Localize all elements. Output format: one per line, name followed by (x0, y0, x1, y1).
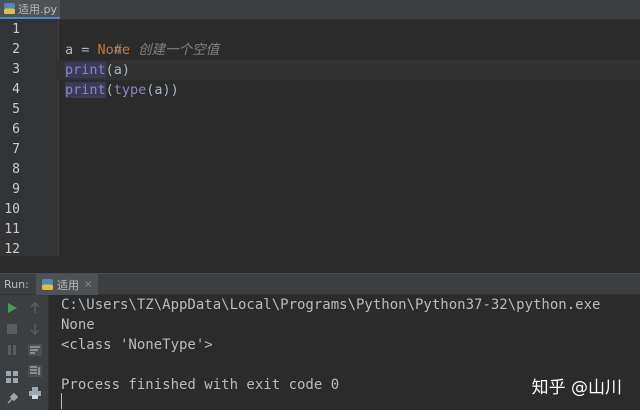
line-number: 6 (12, 122, 20, 137)
code-editor[interactable]: 1 2 3 4 5 6 7 8 9 10 11 12 # 创建一个空值 a = … (0, 20, 640, 257)
line-number: 12 (4, 242, 20, 257)
scroll-to-end-icon[interactable] (27, 363, 43, 379)
line-number: 1 (12, 22, 20, 37)
line-number: 7 (12, 142, 20, 157)
run-label: Run: (4, 278, 29, 291)
editor-tab-label: 适用.py (18, 2, 57, 16)
editor-tab-strip: 适用.py (0, 0, 640, 20)
type-args: (a)) (146, 82, 179, 98)
line-number: 11 (4, 222, 20, 237)
line-number: 8 (12, 162, 20, 177)
line-number: 10 (4, 202, 20, 217)
code-line-1[interactable]: # 创建一个空值 (65, 20, 219, 58)
console-line: None (61, 317, 95, 333)
print-args: (a) (105, 62, 131, 78)
run-toolbar-secondary (23, 295, 49, 410)
code-line-2[interactable]: a = None (65, 40, 130, 60)
type-builtin: type (113, 82, 147, 98)
editor-tab-file[interactable]: 适用.py (0, 0, 60, 19)
line-number: 3 (12, 62, 20, 77)
python-file-icon (4, 3, 15, 14)
print-icon[interactable] (27, 385, 43, 401)
run-toolbar-primary (0, 295, 24, 410)
rerun-icon[interactable] (4, 300, 20, 316)
console-line: C:\Users\TZ\AppData\Local\Programs\Pytho… (61, 297, 601, 313)
soft-wrap-icon[interactable] (27, 342, 43, 358)
line-number-gutter: 1 2 3 4 5 6 7 8 9 10 11 12 (0, 20, 59, 257)
code-area[interactable]: # 创建一个空值 a = None print(a) print(type(a)… (58, 20, 640, 256)
run-tool-window-header: Run: 适用 × (0, 273, 640, 295)
line-number: 9 (12, 182, 20, 197)
close-icon[interactable]: × (84, 279, 92, 290)
code-line-3[interactable]: print(a) (65, 60, 130, 80)
watermark: 知乎 @山川 (531, 378, 622, 398)
up-arrow-icon[interactable] (27, 300, 43, 316)
print-builtin: print (65, 62, 106, 78)
layout-icon[interactable] (4, 369, 20, 385)
line-number: 5 (12, 102, 20, 117)
code-line-4[interactable]: print(type(a)) (65, 80, 179, 100)
paren: ( (105, 82, 114, 98)
text-caret (61, 393, 62, 409)
line-number: 4 (12, 82, 20, 97)
run-tab[interactable]: 适用 × (36, 274, 98, 295)
assignment: a = (65, 42, 98, 58)
line-number: 2 (12, 42, 20, 57)
current-line-highlight (58, 60, 640, 80)
run-tab-label: 适用 (57, 278, 79, 292)
stop-icon[interactable] (4, 321, 20, 337)
python-file-icon (42, 279, 53, 290)
none-keyword: None (97, 42, 131, 58)
down-arrow-icon[interactable] (27, 321, 43, 337)
console-line: Process finished with exit code 0 (61, 377, 340, 393)
print-builtin: print (65, 82, 106, 98)
pin-icon[interactable] (4, 391, 20, 407)
pause-icon[interactable] (4, 342, 20, 358)
console-line: <class 'NoneType'> (61, 337, 213, 353)
